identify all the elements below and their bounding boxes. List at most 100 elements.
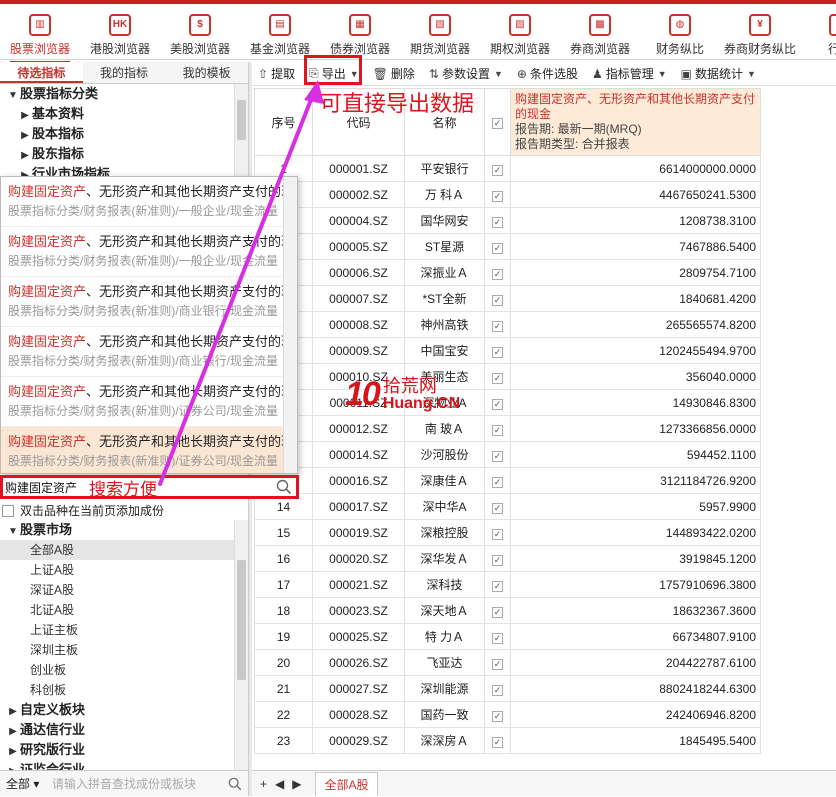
table-row[interactable]: 1 000001.SZ 平安银行 ✓ 6614000000.0000: [254, 155, 761, 182]
suggestion-scrollbar[interactable]: [283, 177, 297, 473]
chevron-down-icon[interactable]: ▼: [658, 69, 667, 79]
indicator-search-input[interactable]: 购建固定资产: [3, 479, 77, 496]
market-item[interactable]: 深圳主板: [0, 640, 236, 660]
add-component-checkbox[interactable]: [2, 505, 14, 517]
row-checkbox[interactable]: ✓: [492, 554, 503, 566]
table-row[interactable]: 9000010.SZ美丽生态✓356040.0000: [254, 363, 761, 390]
cell-check[interactable]: ✓: [484, 207, 511, 234]
row-checkbox[interactable]: ✓: [492, 450, 503, 462]
col-header-seq[interactable]: 序号: [254, 88, 313, 156]
indicator-tree-scroll-thumb[interactable]: [237, 100, 246, 140]
toolbar-button-5[interactable]: ♟ 指标管理 ▼: [592, 65, 667, 82]
cell-check[interactable]: ✓: [484, 545, 511, 572]
toolbar-button-3[interactable]: ⇅ 参数设置 ▼: [429, 65, 503, 82]
row-checkbox[interactable]: ✓: [492, 658, 503, 670]
table-row[interactable]: 12000014.SZ沙河股份✓594452.1100: [254, 441, 761, 468]
cell-check[interactable]: ✓: [484, 727, 511, 754]
tree-node[interactable]: ▶ 行业市场指标: [0, 164, 236, 176]
tree-node-group[interactable]: ▶证监会行业: [0, 760, 236, 770]
row-checkbox[interactable]: ✓: [492, 164, 503, 176]
row-checkbox[interactable]: ✓: [492, 398, 503, 410]
expand-right-icon[interactable]: ▶: [6, 702, 20, 722]
nav-item-10[interactable]: ▣ 行业: [800, 4, 836, 59]
tree-node[interactable]: ▼ 股票指标分类: [0, 84, 236, 104]
table-row[interactable]: 20 000026.SZ 飞亚达 ✓ 204422787.6100: [254, 649, 761, 676]
market-item[interactable]: 深证A股: [0, 580, 236, 600]
table-row[interactable]: 19 000025.SZ 特 力Ａ ✓ 66734807.9100: [254, 623, 761, 650]
expand-right-icon[interactable]: ▶: [18, 166, 32, 176]
cell-check[interactable]: ✓: [484, 701, 511, 728]
nav-item-4[interactable]: ▦ 债券浏览器: [320, 4, 400, 59]
col-header-check[interactable]: ✓: [484, 88, 511, 156]
toolbar-button-6[interactable]: ▣ 数据统计 ▼: [681, 65, 756, 82]
cell-check[interactable]: ✓: [484, 675, 511, 702]
table-row[interactable]: 13000016.SZ深康佳Ａ✓3121184726.9200: [254, 467, 761, 494]
row-checkbox[interactable]: ✓: [492, 216, 503, 228]
tree-node-group[interactable]: ▶ 通达信行业: [0, 720, 236, 740]
expand-right-icon[interactable]: ▶: [6, 722, 20, 742]
cell-check[interactable]: ✓: [484, 597, 511, 624]
nav-item-5[interactable]: ▧ 期货浏览器: [400, 4, 480, 59]
row-checkbox[interactable]: ✓: [492, 528, 503, 540]
row-checkbox[interactable]: ✓: [492, 476, 503, 488]
table-row[interactable]: 21 000027.SZ 深圳能源 ✓ 8802418244.6300: [254, 675, 761, 702]
tree-node-stock-market[interactable]: ▼ 股票市场: [0, 520, 236, 540]
row-checkbox[interactable]: ✓: [492, 346, 503, 358]
cell-check[interactable]: ✓: [484, 623, 511, 650]
cell-check[interactable]: ✓: [484, 285, 511, 312]
cell-check[interactable]: ✓: [484, 441, 511, 468]
suggestion-item[interactable]: 购建固定资产、无形资产和其他长期资产支付的现金 股票指标分类/财务报表(新准则)/…: [1, 427, 297, 473]
expand-down-icon[interactable]: ▼: [6, 86, 20, 106]
cell-check[interactable]: ✓: [484, 259, 511, 286]
nav-item-6[interactable]: ▨ 期权浏览器: [480, 4, 560, 59]
col-header-indicator[interactable]: 购建固定资产、无形资产和其他长期资产支付的现金 报告期: 最新一期(MRQ) 报…: [510, 88, 761, 156]
toolbar-button-4[interactable]: ⊕ 条件选股: [517, 65, 578, 82]
market-item[interactable]: 科创板: [0, 680, 236, 700]
cell-check[interactable]: ✓: [484, 519, 511, 546]
table-row[interactable]: 15 000019.SZ 深粮控股 ✓ 144893422.0200: [254, 519, 761, 546]
market-item[interactable]: 创业板: [0, 660, 236, 680]
row-checkbox[interactable]: ✓: [492, 580, 503, 592]
left-tab-1[interactable]: 我的指标: [83, 62, 166, 83]
table-row[interactable]: 6000007.SZ*ST全新✓1840681.4200: [254, 285, 761, 312]
toolbar-button-2[interactable]: 🗑 删除: [373, 65, 415, 82]
table-row[interactable]: 10000011.SZ深物业A✓14930846.8300: [254, 389, 761, 416]
row-checkbox[interactable]: ✓: [492, 268, 503, 280]
component-search-input[interactable]: 请输入拼音查找成份或板块: [52, 775, 228, 792]
table-row[interactable]: 22 000028.SZ 国药一致 ✓ 242406946.8200: [254, 701, 761, 728]
cell-check[interactable]: ✓: [484, 649, 511, 676]
table-row[interactable]: 18 000023.SZ 深天地Ａ ✓ 18632367.3600: [254, 597, 761, 624]
table-row[interactable]: 7000008.SZ神州高铁✓265565574.8200: [254, 311, 761, 338]
table-row[interactable]: 5000006.SZ深振业Ａ✓2809754.7100: [254, 259, 761, 286]
table-row[interactable]: 11000012.SZ南 玻Ａ✓1273366856.0000: [254, 415, 761, 442]
expand-right-icon[interactable]: ▶: [6, 762, 20, 770]
tree-node[interactable]: ▶ 股本指标: [0, 124, 236, 144]
indicator-tree-scrollbar[interactable]: [234, 84, 248, 176]
row-checkbox[interactable]: ✓: [492, 736, 503, 748]
search-icon[interactable]: [228, 777, 242, 791]
suggestion-item[interactable]: 购建固定资产、无形资产和其他长期资产支付的现金 股票指标分类/财务报表(新准则)/…: [1, 177, 297, 227]
expand-right-icon[interactable]: ▶: [18, 126, 32, 146]
nav-item-1[interactable]: HK 港股浏览器: [80, 4, 160, 59]
tree-node-group[interactable]: ▶ 研究版行业: [0, 740, 236, 760]
left-tab-0[interactable]: 待选指标: [0, 62, 83, 83]
market-item[interactable]: 上证A股: [0, 560, 236, 580]
row-checkbox[interactable]: ✓: [492, 294, 503, 306]
cell-check[interactable]: ✓: [484, 571, 511, 598]
nav-item-7[interactable]: ▩ 券商浏览器: [560, 4, 640, 59]
nav-item-0[interactable]: ▥ 股票浏览器: [0, 4, 80, 59]
table-row[interactable]: 4000005.SZST星源✓7467886.5400: [254, 233, 761, 260]
suggestion-item[interactable]: 购建固定资产、无形资产和其他长期资产支付的现金 股票指标分类/财务报表(新准则)/…: [1, 377, 297, 427]
market-item[interactable]: 全部A股: [0, 540, 236, 560]
expand-down-icon[interactable]: ▼: [6, 522, 20, 542]
cell-check[interactable]: ✓: [484, 415, 511, 442]
table-row[interactable]: 17 000021.SZ 深科技 ✓ 1757910696.3800: [254, 571, 761, 598]
market-item[interactable]: 上证主板: [0, 620, 236, 640]
tree-node[interactable]: ▶ 基本资料: [0, 104, 236, 124]
chevron-down-icon[interactable]: ▼: [747, 69, 756, 79]
market-tree-scroll-thumb[interactable]: [237, 560, 246, 680]
scope-select[interactable]: 全部 ▾: [0, 775, 52, 792]
row-checkbox[interactable]: ✓: [492, 320, 503, 332]
cell-check[interactable]: ✓: [484, 389, 511, 416]
table-row[interactable]: 8000009.SZ中国宝安✓1202455494.9700: [254, 337, 761, 364]
